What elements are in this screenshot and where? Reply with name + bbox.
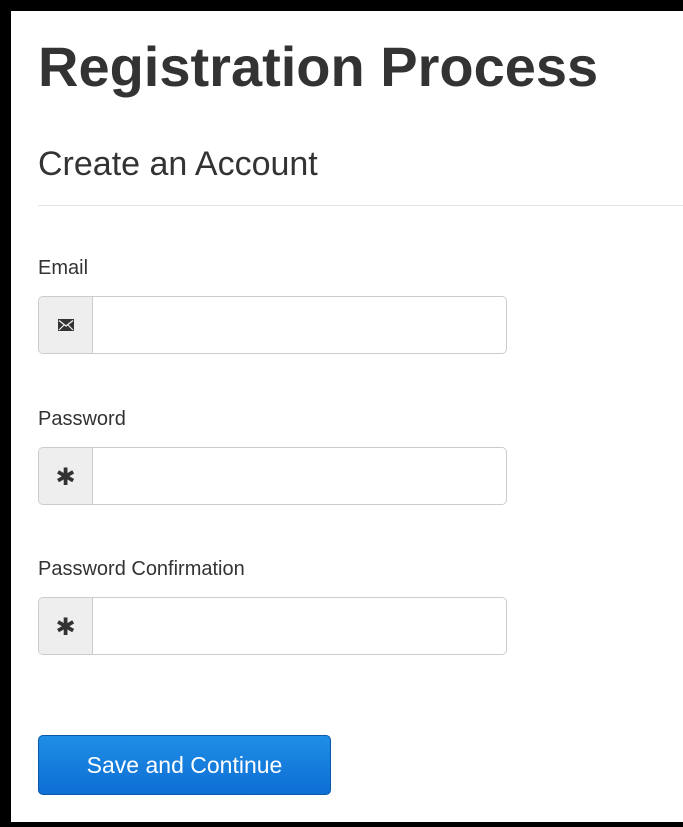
password-confirmation-input[interactable]	[93, 598, 506, 654]
password-asterisk-glyph: ✱	[55, 463, 76, 491]
asterisk-icon: ✱	[39, 448, 93, 504]
email-input-group	[38, 296, 507, 354]
section-title: Create an Account	[38, 145, 318, 183]
save-and-continue-button[interactable]: Save and Continue	[38, 735, 331, 795]
page-frame: Registration Process Create an Account E…	[0, 0, 683, 827]
password-input-group: ✱	[38, 447, 507, 505]
divider	[38, 205, 683, 206]
password-confirmation-label: Password Confirmation	[38, 558, 245, 580]
password-confirmation-input-group: ✱	[38, 597, 507, 655]
asterisk-icon: ✱	[39, 598, 93, 654]
password-label: Password	[38, 408, 126, 430]
password-confirmation-asterisk-glyph: ✱	[55, 613, 76, 641]
envelope-icon	[39, 297, 93, 353]
email-input[interactable]	[93, 297, 506, 353]
password-input[interactable]	[93, 448, 506, 504]
email-label: Email	[38, 257, 89, 279]
page-title: Registration Process	[38, 35, 599, 98]
